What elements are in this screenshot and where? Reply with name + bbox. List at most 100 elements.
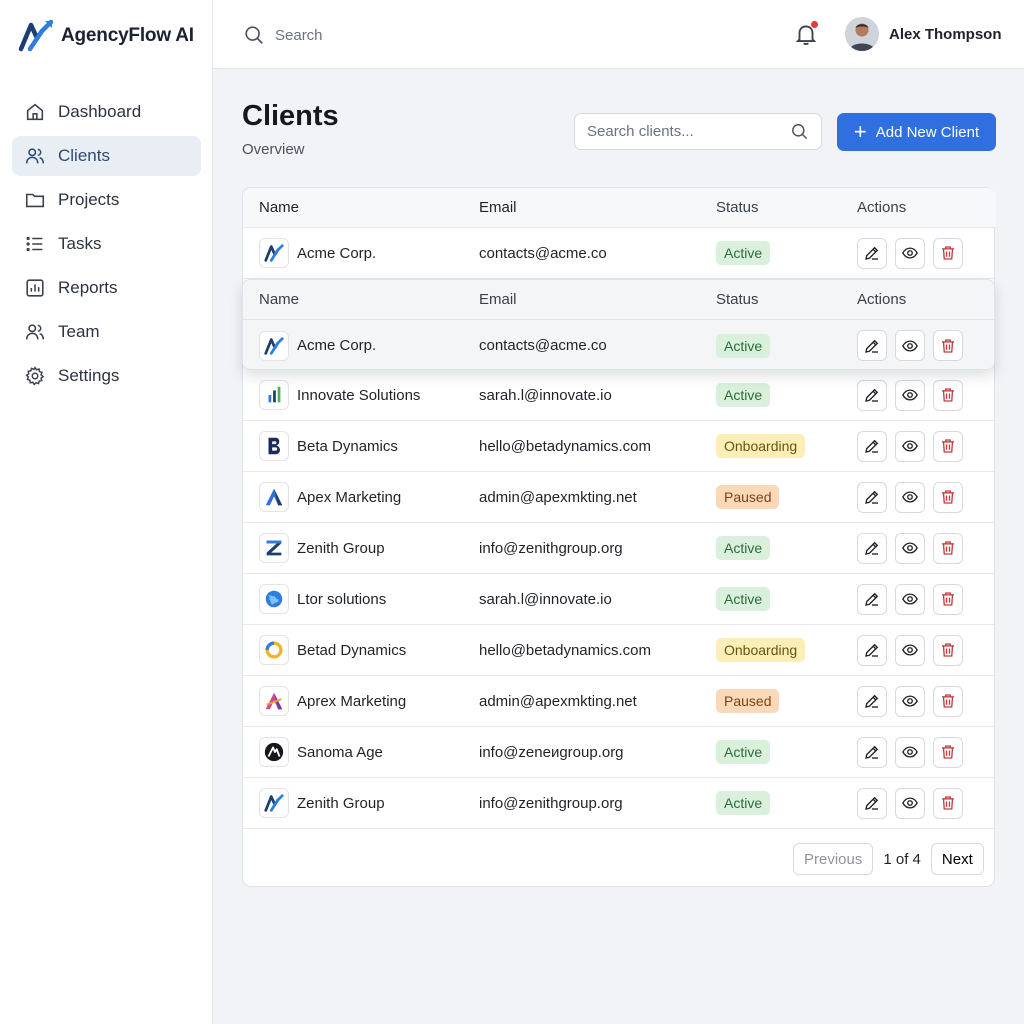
delete-button[interactable] [933, 532, 963, 564]
search-icon[interactable] [790, 122, 809, 141]
table-header: Name Email Status Actions [243, 188, 996, 228]
edit-button[interactable] [857, 685, 887, 717]
client-name: Acme Corp. [297, 337, 377, 354]
view-button[interactable] [895, 481, 925, 513]
edit-button[interactable] [857, 330, 887, 361]
client-name: Apex Marketing [297, 488, 402, 506]
sidebar-item-team[interactable]: Team [12, 312, 201, 352]
client-name-cell: Sanoma Age [259, 737, 383, 767]
edit-button[interactable] [857, 481, 887, 513]
column-header-name[interactable]: Name [259, 199, 299, 216]
pagination: Previous 1 of 4 Next [793, 843, 984, 875]
brand[interactable]: AgencyFlow AI [18, 18, 194, 54]
table-row[interactable]: Ltor solutions sarah.l@innovate.io Active [243, 574, 996, 625]
client-name-cell: Ltor solutions [259, 584, 386, 614]
table-row[interactable]: Innovate Solutions sarah.l@innovate.io Act… [243, 370, 996, 421]
acme-logo-icon [259, 330, 289, 361]
table-row[interactable]: Apex Marketing admin@apexmkting.net Paused [243, 472, 996, 523]
column-header-status[interactable]: Status [716, 199, 759, 216]
delete-button[interactable] [933, 379, 963, 411]
global-search[interactable]: Search [243, 21, 323, 49]
edit-button[interactable] [857, 379, 887, 411]
eye-icon [902, 440, 918, 452]
eye-icon [902, 542, 918, 554]
delete-button[interactable] [933, 583, 963, 615]
trash-icon [942, 439, 954, 453]
table-row[interactable]: Acme Corp. contacts@acme.co Active [243, 228, 996, 279]
status-badge: Paused [716, 689, 780, 713]
add-new-client-button[interactable]: + Add New Client [837, 113, 996, 151]
sidebar-item-dashboard[interactable]: Dashboard [12, 92, 201, 132]
sidebar-item-label: Projects [58, 190, 120, 209]
sidebar-item-clients[interactable]: Clients [12, 136, 201, 176]
edit-button[interactable] [857, 736, 887, 768]
edit-button[interactable] [857, 430, 887, 462]
delete-button[interactable] [933, 787, 963, 819]
sidebar-item-label: Dashboard [58, 102, 142, 121]
table-row[interactable]: Zenith Group info@zenithgroup.org Active [243, 523, 996, 574]
table-row[interactable]: Zenith Group info@zenithgroup.org Active [243, 778, 996, 829]
view-button[interactable] [895, 237, 925, 269]
trash-icon [942, 541, 954, 555]
view-button[interactable] [895, 685, 925, 717]
trash-icon [942, 246, 954, 260]
trash-icon [942, 388, 954, 402]
delete-button[interactable] [933, 634, 963, 666]
status-cell: Active [716, 791, 771, 815]
global-search-placeholder: Search [275, 26, 323, 44]
page-info: 1 of 4 [883, 850, 921, 868]
view-button[interactable] [895, 330, 925, 361]
status-cell: Active [716, 333, 771, 358]
delete-button[interactable] [933, 736, 963, 768]
table-row[interactable]: Aprex Marketing admin@apexmkting.net Pause… [243, 676, 996, 727]
view-button[interactable] [895, 532, 925, 564]
sidebar-item-reports[interactable]: Reports [12, 268, 201, 308]
floating-header: Name Email Status Actions [243, 280, 996, 320]
next-page-button[interactable]: Next [930, 843, 984, 875]
sidebar-item-projects[interactable]: Projects [12, 180, 201, 220]
view-button[interactable] [895, 634, 925, 666]
table-row[interactable]: Sanoma Age info@zeneиgroup.org Active [243, 727, 996, 778]
view-button[interactable] [895, 379, 925, 411]
column-header-status: Status [716, 291, 759, 308]
edit-button[interactable] [857, 583, 887, 615]
client-name: Ltor solutions [297, 590, 387, 608]
sidebar-item-label: Team [58, 322, 100, 341]
sidebar-item-settings[interactable]: Settings [12, 356, 201, 396]
client-name-cell: Zenith Group [259, 788, 385, 818]
edit-button[interactable] [857, 787, 887, 819]
edit-button[interactable] [857, 532, 887, 564]
edit-button[interactable] [857, 634, 887, 666]
view-button[interactable] [895, 787, 925, 819]
pencil-icon [865, 339, 879, 353]
view-button[interactable] [895, 736, 925, 768]
eye-icon [902, 797, 918, 809]
client-name-cell: Innovate Solutions [259, 380, 420, 410]
client-search-input[interactable] [587, 123, 790, 140]
previous-page-button[interactable]: Previous [793, 843, 874, 875]
client-email: admin@apexmkting.net [479, 488, 637, 506]
view-button[interactable] [895, 430, 925, 462]
sidebar-item-tasks[interactable]: Tasks [12, 224, 201, 264]
client-email: sarah.l@innovate.io [479, 386, 612, 404]
floating-row[interactable]: Acme Corp. contacts@acme.co Active [243, 320, 996, 371]
status-badge: Onboarding [716, 434, 806, 458]
eye-icon [902, 339, 918, 352]
delete-button[interactable] [933, 237, 963, 269]
column-header-email[interactable]: Email [479, 199, 517, 216]
delete-button[interactable] [933, 330, 963, 361]
table-row[interactable]: Beta Dynamics hello@betadynamics.com Onboa… [243, 421, 996, 472]
delete-button[interactable] [933, 685, 963, 717]
eye-icon [902, 695, 918, 707]
user-menu[interactable]: Alex Thompson [845, 17, 1002, 51]
status-badge: Onboarding [716, 638, 806, 662]
client-name-cell: Beta Dynamics [259, 431, 398, 461]
edit-button[interactable] [857, 237, 887, 269]
list-icon [24, 233, 46, 255]
pencil-icon [865, 643, 879, 657]
view-button[interactable] [895, 583, 925, 615]
delete-button[interactable] [933, 430, 963, 462]
table-row[interactable]: Betad Dynamics hello@betadynamics.com Onbo… [243, 625, 996, 676]
notifications-button[interactable] [793, 21, 821, 49]
delete-button[interactable] [933, 481, 963, 513]
